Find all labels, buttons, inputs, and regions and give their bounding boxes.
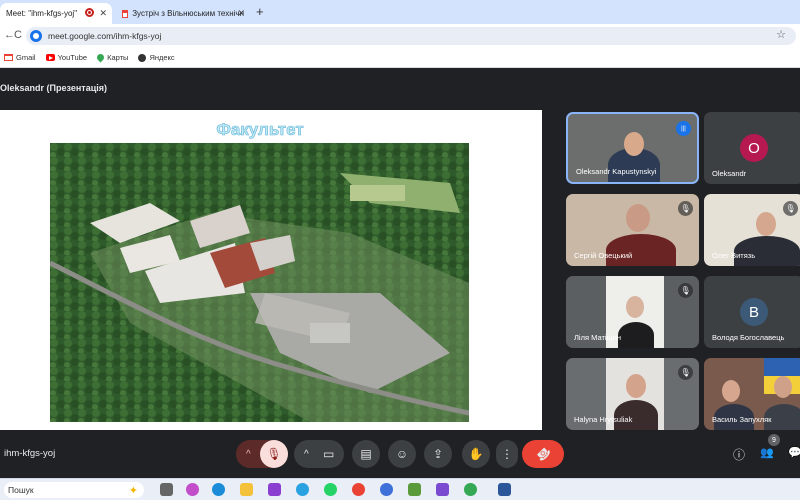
captions-button[interactable]: ▤ xyxy=(352,440,380,468)
present-icon: ⇪ xyxy=(432,447,444,461)
word-icon[interactable] xyxy=(498,483,511,496)
camera-icon[interactable]: ▭ xyxy=(323,447,334,461)
copilot-sparkle-icon: ✦ xyxy=(128,484,138,497)
participant-tile[interactable]: 🎙 Ліля Матіщин xyxy=(566,276,699,348)
chrome-icon[interactable] xyxy=(352,483,365,496)
meeting-controls: ihm-kfgs-yoj ^ 🎙 ^ ▭ ▤ ☺ ⇪ ✋ ⋮ ☎ ⓘ 👥 💬 xyxy=(0,430,800,478)
emoji-button[interactable]: ☺ xyxy=(388,440,416,468)
whatsapp-icon[interactable] xyxy=(324,483,337,496)
bookmark-label: Карты xyxy=(107,53,129,62)
telegram-icon[interactable] xyxy=(296,483,309,496)
captions-icon: ▤ xyxy=(360,447,372,461)
chat-icon[interactable]: 💬 xyxy=(788,446,800,459)
participant-tile[interactable]: ||| Oleksandr Kapustynskyi xyxy=(566,112,699,184)
avatar: O xyxy=(740,134,768,162)
bookmark-gmail[interactable]: Gmail xyxy=(4,53,36,62)
new-tab-button[interactable]: + xyxy=(256,4,264,19)
presentation-slide: Факультет xyxy=(0,110,542,430)
participant-name: Сергій Овецький xyxy=(574,251,633,260)
os-taskbar: Пошук ✦ xyxy=(0,478,800,500)
app-icon[interactable] xyxy=(408,483,421,496)
participant-name: Oleksandr Kapustynskyi xyxy=(576,167,657,176)
mic-off-icon: 🎙 xyxy=(783,201,798,216)
bookmark-label: Gmail xyxy=(16,53,36,62)
mic-off-button[interactable]: 🎙 xyxy=(260,440,288,468)
slide-title: Факультет xyxy=(216,120,304,140)
camera-options-chevron-icon[interactable]: ^ xyxy=(304,449,309,460)
file-explorer-icon[interactable] xyxy=(240,483,253,496)
app-icon[interactable] xyxy=(268,483,281,496)
meet-header xyxy=(0,68,800,108)
url-field[interactable]: meet.google.com/ihm-kfgs-yoj ☆ xyxy=(26,27,796,45)
tab-meet-title: Meet: "ihm-kfgs-yoj" xyxy=(6,9,78,18)
presenter-label: Oleksandr (Презентація) xyxy=(0,83,107,93)
participant-tile[interactable]: B Володя Богославець xyxy=(704,276,800,348)
close-tab-icon[interactable]: ✕ xyxy=(99,8,107,19)
bookmarks-bar: Gmail YouTube Карты Яндекс xyxy=(0,48,800,68)
participant-tile[interactable]: O Oleksandr xyxy=(704,112,800,184)
bookmark-label: Яндекс xyxy=(149,53,175,62)
hangup-icon: ☎ xyxy=(532,443,554,465)
address-bar: ← C meet.google.com/ihm-kfgs-yoj ☆ xyxy=(0,24,800,48)
bookmark-star-icon[interactable]: ☆ xyxy=(776,28,786,41)
site-info-icon[interactable] xyxy=(30,30,42,42)
gmail-icon xyxy=(122,9,129,18)
camera-toggle-group: ^ ▭ xyxy=(294,440,344,468)
avatar: B xyxy=(740,298,768,326)
tab-meet[interactable]: Meet: "ihm-kfgs-yoj" ✕ xyxy=(0,3,112,24)
maps-pin-icon xyxy=(95,52,106,63)
participant-name: Oleksandr xyxy=(712,169,747,178)
task-view-icon[interactable] xyxy=(160,483,173,496)
participant-name: Василь Запухляк xyxy=(712,415,772,424)
mic-off-icon: 🎙 xyxy=(678,201,693,216)
present-button[interactable]: ⇪ xyxy=(424,440,452,468)
browser-tab-bar: Meet: "ihm-kfgs-yoj" ✕ Зустріч з Вільнюс… xyxy=(0,0,800,24)
youtube-icon xyxy=(45,54,55,61)
yandex-icon xyxy=(138,53,147,62)
speaking-indicator-icon: ||| xyxy=(676,121,691,136)
edge-icon[interactable] xyxy=(212,483,225,496)
participant-tile[interactable]: 🎙 Сергій Овецький xyxy=(566,194,699,266)
bookmark-yandex[interactable]: Яндекс xyxy=(138,53,175,62)
mic-options-chevron-icon[interactable]: ^ xyxy=(246,449,251,460)
app-icon[interactable] xyxy=(380,483,393,496)
participant-name: Halyna Hrytsuliak xyxy=(574,415,633,424)
mic-off-icon: 🎙 xyxy=(678,365,693,380)
bookmark-youtube[interactable]: YouTube xyxy=(45,53,88,62)
more-options-button[interactable]: ⋮ xyxy=(496,440,518,468)
taskbar-search[interactable]: Пошук ✦ xyxy=(4,482,144,498)
mic-off-icon: 🎙 xyxy=(266,447,282,461)
gmail-icon xyxy=(4,54,13,61)
tab-invite-title: Зустріч з Вільнюським технічн xyxy=(132,9,244,18)
url-text: meet.google.com/ihm-kfgs-yoj xyxy=(48,31,162,41)
tab-meeting-invite[interactable]: Зустріч з Вільнюським технічн ✕ xyxy=(116,3,250,24)
participant-tile[interactable]: 🎙 Олег Витязь xyxy=(704,194,800,266)
bookmark-label: YouTube xyxy=(57,53,88,62)
participant-name: Ліля Матіщин xyxy=(574,333,622,342)
reload-icon[interactable]: C xyxy=(14,29,22,41)
participant-count-badge: 9 xyxy=(768,434,780,446)
raise-hand-button[interactable]: ✋ xyxy=(462,440,490,468)
participant-tile[interactable]: 🎙 Halyna Hrytsuliak xyxy=(566,358,699,430)
meeting-info-icon[interactable]: ⓘ xyxy=(733,446,745,463)
taskbar-search-label: Пошук xyxy=(8,485,34,495)
copilot-icon[interactable] xyxy=(186,483,199,496)
hand-icon: ✋ xyxy=(468,447,484,461)
people-icon[interactable]: 👥 xyxy=(760,446,774,459)
participant-name: Олег Витязь xyxy=(712,251,756,260)
app-icon[interactable] xyxy=(436,483,449,496)
leave-call-button[interactable]: ☎ xyxy=(522,440,564,468)
meeting-code: ihm-kfgs-yoj xyxy=(4,448,56,459)
recording-icon xyxy=(85,8,94,17)
emoji-icon: ☺ xyxy=(395,447,409,461)
close-tab-icon[interactable]: ✕ xyxy=(237,8,245,19)
more-icon: ⋮ xyxy=(501,447,513,461)
bookmark-maps[interactable]: Карты xyxy=(95,52,129,63)
participant-tile[interactable]: Василь Запухляк xyxy=(704,358,800,430)
campus-aerial-photo xyxy=(50,143,469,422)
participant-name: Володя Богославець xyxy=(712,333,785,342)
chrome-active-icon[interactable] xyxy=(464,483,477,496)
mic-off-icon: 🎙 xyxy=(678,283,693,298)
